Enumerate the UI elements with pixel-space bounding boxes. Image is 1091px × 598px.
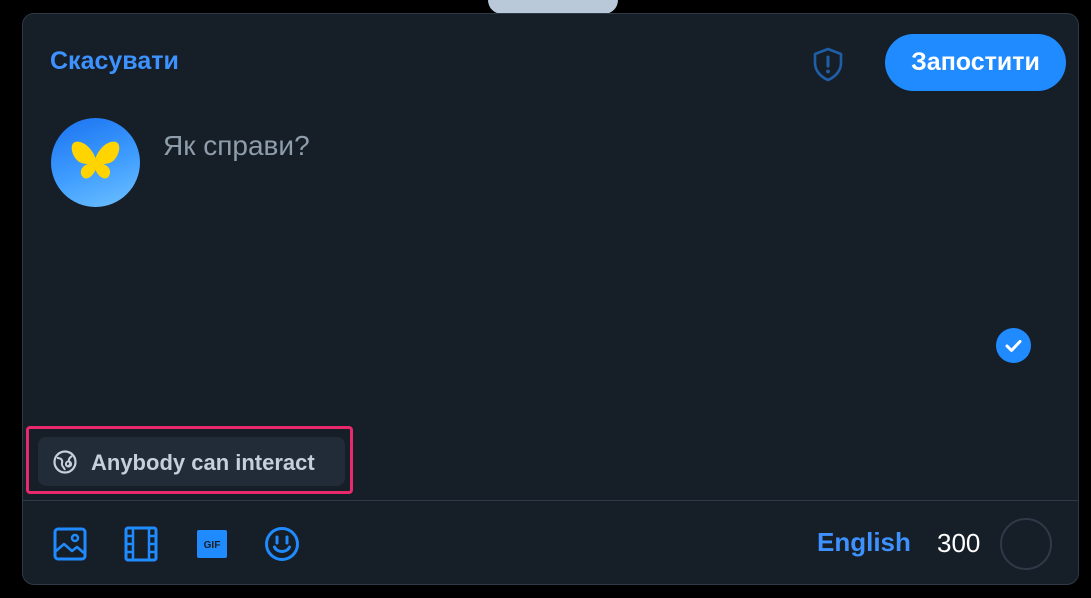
interaction-settings-button[interactable]: Anybody can interact — [38, 437, 345, 486]
language-selector[interactable]: English — [817, 527, 911, 558]
check-icon — [996, 328, 1031, 363]
interaction-settings-label: Anybody can interact — [91, 450, 315, 475]
toolbar-divider — [23, 500, 1078, 501]
character-progress-ring — [1000, 518, 1052, 570]
cancel-button[interactable]: Скасувати — [50, 47, 179, 76]
post-composer-dialog: Скасувати Запостити Anybody can interact — [22, 13, 1079, 585]
video-icon[interactable] — [122, 525, 160, 563]
post-button[interactable]: Запостити — [885, 34, 1066, 91]
post-text-input[interactable] — [163, 130, 1003, 310]
svg-text:GIF: GIF — [204, 540, 221, 551]
globe-icon — [53, 450, 77, 474]
butterfly-icon — [71, 141, 120, 179]
emoji-icon[interactable] — [263, 525, 301, 563]
character-count: 300 — [937, 528, 981, 558]
shield-exclamation-icon[interactable] — [809, 45, 847, 83]
image-icon[interactable] — [51, 525, 89, 563]
background-sticker — [488, 0, 618, 14]
gif-icon[interactable]: GIF — [193, 525, 231, 563]
avatar[interactable] — [51, 118, 140, 207]
